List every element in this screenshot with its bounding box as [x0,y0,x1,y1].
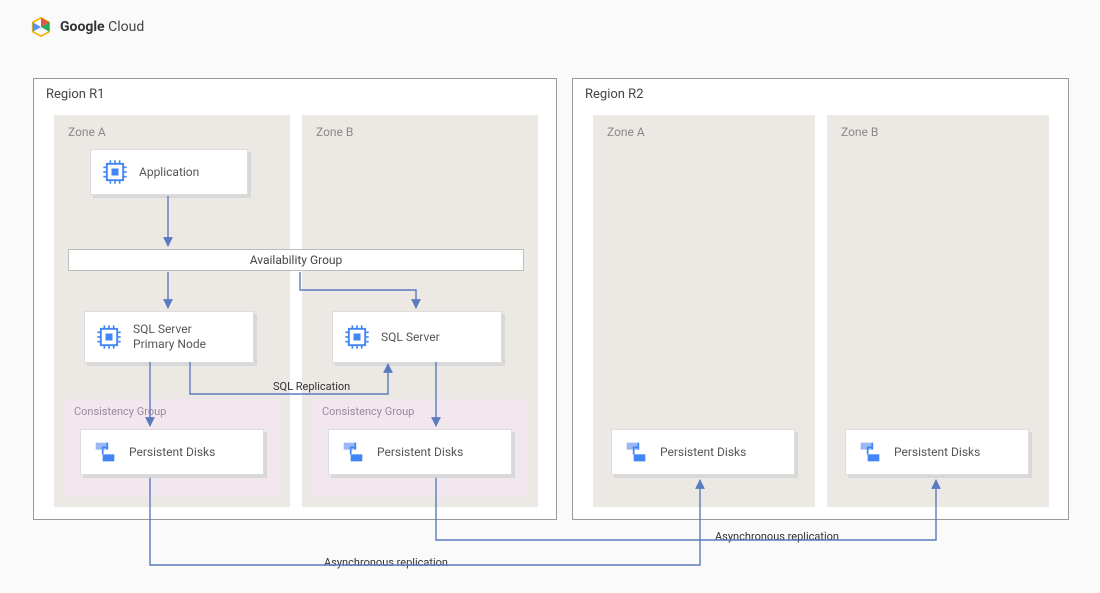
r1-zone-b: Zone B SQL Server Consistency Group Pers… [302,115,538,507]
label-sql-replication: SQL Replication [273,380,350,393]
card-pd-r1a: Persistent Disks [80,429,264,475]
r2-zone-a: Zone A Persistent Disks [593,115,815,507]
compute-icon [95,323,123,351]
google-cloud-logo-icon [30,16,52,38]
card-application-label: Application [139,165,199,180]
persistent-disk-icon [339,438,367,466]
r1-cg-b-label: Consistency Group [322,405,414,418]
card-pd-r1b: Persistent Disks [328,429,512,475]
persistent-disk-icon [91,438,119,466]
r1-consistency-group-a: Consistency Group Persistent Disks [64,399,280,497]
card-pd-r2b-label: Persistent Disks [894,445,980,460]
r1-consistency-group-b: Consistency Group Persistent Disks [312,399,528,497]
r1-cg-a-label: Consistency Group [74,405,166,418]
brand-header: Google Cloud [30,16,144,38]
region-r1-title: Region R1 [46,87,105,102]
compute-icon [101,158,129,186]
r2-zone-a-label: Zone A [607,125,645,139]
r2-zone-b-label: Zone B [841,125,878,139]
card-pd-r1b-label: Persistent Disks [377,445,463,460]
card-sql-primary-label: SQL Server Primary Node [133,322,206,352]
card-pd-r2a-label: Persistent Disks [660,445,746,460]
r2-zone-b: Zone B Persistent Disks [827,115,1049,507]
r1-zone-a-label: Zone A [68,125,106,139]
card-pd-r2b: Persistent Disks [845,429,1029,475]
region-r2-title: Region R2 [585,87,644,102]
card-sql-server: SQL Server [332,311,502,363]
card-pd-r2a: Persistent Disks [611,429,795,475]
card-sql-primary: SQL Server Primary Node [84,311,254,363]
label-async-repl-1: Asynchronous replication [324,556,448,569]
card-sql-server-label: SQL Server [381,330,440,345]
persistent-disk-icon [622,438,650,466]
availability-group-label: Availability Group [250,253,343,267]
label-async-repl-2: Asynchronous replication [715,530,839,543]
persistent-disk-icon [856,438,884,466]
compute-icon [343,323,371,351]
card-application: Application [90,149,248,195]
card-pd-r1a-label: Persistent Disks [129,445,215,460]
r1-zone-b-label: Zone B [316,125,353,139]
region-r2: Region R2 Zone A Persistent Disks Zone B… [572,78,1069,520]
brand-text: Google Cloud [60,19,144,35]
region-r1: Region R1 Zone A Application SQL Server … [33,78,557,520]
availability-group-bar: Availability Group [68,249,524,271]
r1-zone-a: Zone A Application SQL Server Primary No… [54,115,290,507]
